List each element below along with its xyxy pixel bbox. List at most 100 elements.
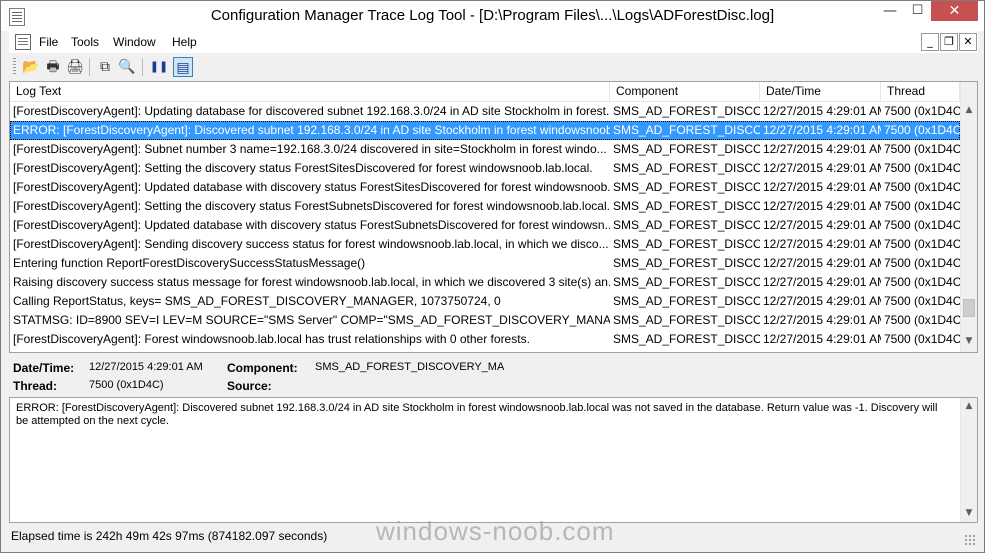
mdi-close-button[interactable]: ✕ [959, 33, 977, 51]
menu-bar: File Tools Window Help _ ❐ ✕ [9, 31, 978, 53]
resize-grip[interactable] [964, 534, 976, 546]
column-header-thread[interactable]: Thread [881, 82, 960, 101]
title-bar[interactable]: Configuration Manager Trace Log Tool - [… [1, 1, 984, 31]
log-row-selected[interactable]: ERROR: [ForestDiscoveryAgent]: Discovere… [10, 121, 960, 140]
log-row[interactable]: Raising discovery success status message… [10, 273, 960, 292]
datetime-cell: 12/27/2015 4:29:01 AM [763, 180, 881, 194]
log-row[interactable]: Calling ReportStatus, keys= SMS_AD_FORES… [10, 292, 960, 311]
component-cell: SMS_AD_FOREST_DISCOVE [613, 237, 760, 251]
find-icon[interactable]: 🔍 [117, 57, 137, 77]
open-icon[interactable]: 📂 [21, 57, 41, 77]
datetime-cell: 12/27/2015 4:29:01 AM [763, 123, 881, 137]
scroll-down-arrow[interactable]: ▼ [961, 333, 977, 350]
mdi-minimize-button[interactable]: _ [921, 33, 939, 51]
thread-cell: 7500 (0x1D4C) [884, 199, 960, 213]
thread-cell: 7500 (0x1D4C) [884, 313, 960, 327]
log-text-cell: [ForestDiscoveryAgent]: Setting the disc… [13, 161, 593, 175]
toolbar-separator [89, 58, 90, 76]
thread-cell: 7500 (0x1D4C) [884, 123, 960, 137]
component-cell: SMS_AD_FOREST_DISCOVE [613, 332, 760, 346]
log-text-cell: STATMSG: ID=8900 SEV=I LEV=M SOURCE="SMS… [13, 313, 610, 327]
log-text-cell: [ForestDiscoveryAgent]: Forest windowsno… [13, 332, 530, 346]
thread-cell: 7500 (0x1D4C) [884, 218, 960, 232]
component-value: SMS_AD_FOREST_DISCOVERY_MANAG [315, 361, 505, 373]
mdi-restore-button[interactable]: ❐ [940, 33, 958, 51]
thread-cell: 7500 (0x1D4C) [884, 332, 960, 346]
maximize-button[interactable]: ☐ [904, 1, 931, 21]
component-cell: SMS_AD_FOREST_DISCOVE [613, 180, 760, 194]
log-text-cell: Calling ReportStatus, keys= SMS_AD_FORES… [13, 294, 501, 308]
column-header-log-text[interactable]: Log Text [10, 82, 610, 101]
scroll-up-arrow[interactable]: ▲ [961, 102, 977, 119]
minimize-button[interactable]: — [876, 1, 904, 21]
log-row[interactable]: [ForestDiscoveryAgent]: Setting the disc… [10, 159, 960, 178]
watermark: windows-noob.com [376, 516, 615, 546]
datetime-cell: 12/27/2015 4:29:01 AM [763, 161, 881, 175]
source-label: Source: [227, 379, 272, 393]
log-list-scrollbar[interactable]: ▲ ▼ [960, 82, 977, 352]
message-scroll-up-arrow[interactable]: ▲ [961, 398, 977, 415]
thread-cell: 7500 (0x1D4C) [884, 161, 960, 175]
datetime-value: 12/27/2015 4:29:01 AM [89, 361, 203, 373]
log-text-cell: [ForestDiscoveryAgent]: Updated database… [13, 218, 610, 232]
log-text-cell: [ForestDiscoveryAgent]: Subnet number 3 … [13, 142, 607, 156]
message-box[interactable]: ERROR: [ForestDiscoveryAgent]: Discovere… [9, 397, 978, 523]
menu-tools[interactable]: Tools [71, 35, 99, 49]
scroll-thumb[interactable] [963, 299, 975, 318]
pause-icon[interactable]: ❚❚ [149, 57, 169, 77]
datetime-cell: 12/27/2015 4:29:01 AM [763, 104, 881, 118]
message-text: ERROR: [ForestDiscoveryAgent]: Discovere… [16, 402, 938, 427]
log-row[interactable]: [ForestDiscoveryAgent]: Setting the disc… [10, 197, 960, 216]
message-scroll-down-arrow[interactable]: ▼ [961, 505, 977, 522]
menu-window[interactable]: Window [113, 35, 156, 49]
log-list-header: Log Text Component Date/Time Thread [10, 82, 960, 102]
details-panel: Date/Time: 12/27/2015 4:29:01 AM Compone… [9, 353, 978, 397]
log-row[interactable]: [ForestDiscoveryAgent]: Updating databas… [10, 102, 960, 121]
print-preview-icon[interactable]: 🖶 [43, 57, 63, 77]
thread-cell: 7500 (0x1D4C) [884, 294, 960, 308]
toolbar: 📂 🖶 🖨 ⧉ 🔍 ❚❚ ▤ [9, 53, 978, 82]
log-text-cell: Entering function ReportForestDiscoveryS… [13, 256, 366, 270]
datetime-cell: 12/27/2015 4:29:01 AM [763, 332, 881, 346]
trace-log-window: Configuration Manager Trace Log Tool - [… [0, 0, 985, 553]
log-list[interactable]: Log Text Component Date/Time Thread [For… [9, 81, 978, 353]
thread-cell: 7500 (0x1D4C) [884, 237, 960, 251]
datetime-cell: 12/27/2015 4:29:01 AM [763, 313, 881, 327]
component-cell: SMS_AD_FOREST_DISCOVE [613, 199, 760, 213]
menu-file[interactable]: File [39, 35, 58, 49]
close-button[interactable]: ✕ [931, 1, 978, 21]
log-row[interactable]: STATMSG: ID=8900 SEV=I LEV=M SOURCE="SMS… [10, 311, 960, 330]
component-cell: SMS_AD_FOREST_DISCOVE [613, 123, 760, 137]
component-cell: SMS_AD_FOREST_DISCOVE [613, 104, 760, 118]
component-cell: SMS_AD_FOREST_DISCOVE [613, 256, 760, 270]
log-rows: [ForestDiscoveryAgent]: Updating databas… [10, 102, 960, 349]
copy-icon[interactable]: ⧉ [95, 57, 115, 77]
log-row[interactable]: [ForestDiscoveryAgent]: Sending discover… [10, 235, 960, 254]
message-scrollbar[interactable]: ▲ ▼ [960, 398, 977, 522]
column-header-component[interactable]: Component [610, 82, 760, 101]
log-row[interactable]: [ForestDiscoveryAgent]: Subnet number 3 … [10, 140, 960, 159]
thread-value: 7500 (0x1D4C) [89, 379, 164, 391]
log-text-cell: [ForestDiscoveryAgent]: Sending discover… [13, 237, 609, 251]
column-header-datetime[interactable]: Date/Time [760, 82, 881, 101]
thread-cell: 7500 (0x1D4C) [884, 275, 960, 289]
toolbar-grip[interactable] [13, 58, 16, 76]
component-cell: SMS_AD_FOREST_DISCOVE [613, 275, 760, 289]
log-row[interactable]: [ForestDiscoveryAgent]: Updated database… [10, 216, 960, 235]
log-text-cell: ERROR: [ForestDiscoveryAgent]: Discovere… [13, 123, 610, 137]
log-row[interactable]: [ForestDiscoveryAgent]: Updated database… [10, 178, 960, 197]
log-row[interactable]: Entering function ReportForestDiscoveryS… [10, 254, 960, 273]
highlight-icon[interactable]: ▤ [173, 57, 193, 77]
datetime-cell: 12/27/2015 4:29:01 AM [763, 275, 881, 289]
menu-help[interactable]: Help [172, 35, 197, 49]
datetime-cell: 12/27/2015 4:29:01 AM [763, 199, 881, 213]
log-row[interactable]: [ForestDiscoveryAgent]: Forest windowsno… [10, 330, 960, 349]
thread-cell: 7500 (0x1D4C) [884, 256, 960, 270]
document-icon[interactable] [15, 34, 31, 50]
component-cell: SMS_AD_FOREST_DISCOVE [613, 142, 760, 156]
toolbar-separator [142, 58, 143, 76]
log-text-cell: [ForestDiscoveryAgent]: Updating databas… [13, 104, 610, 118]
log-text-cell: Raising discovery success status message… [13, 275, 610, 289]
window-title: Configuration Manager Trace Log Tool - [… [210, 7, 775, 24]
print-icon[interactable]: 🖨 [65, 57, 85, 77]
